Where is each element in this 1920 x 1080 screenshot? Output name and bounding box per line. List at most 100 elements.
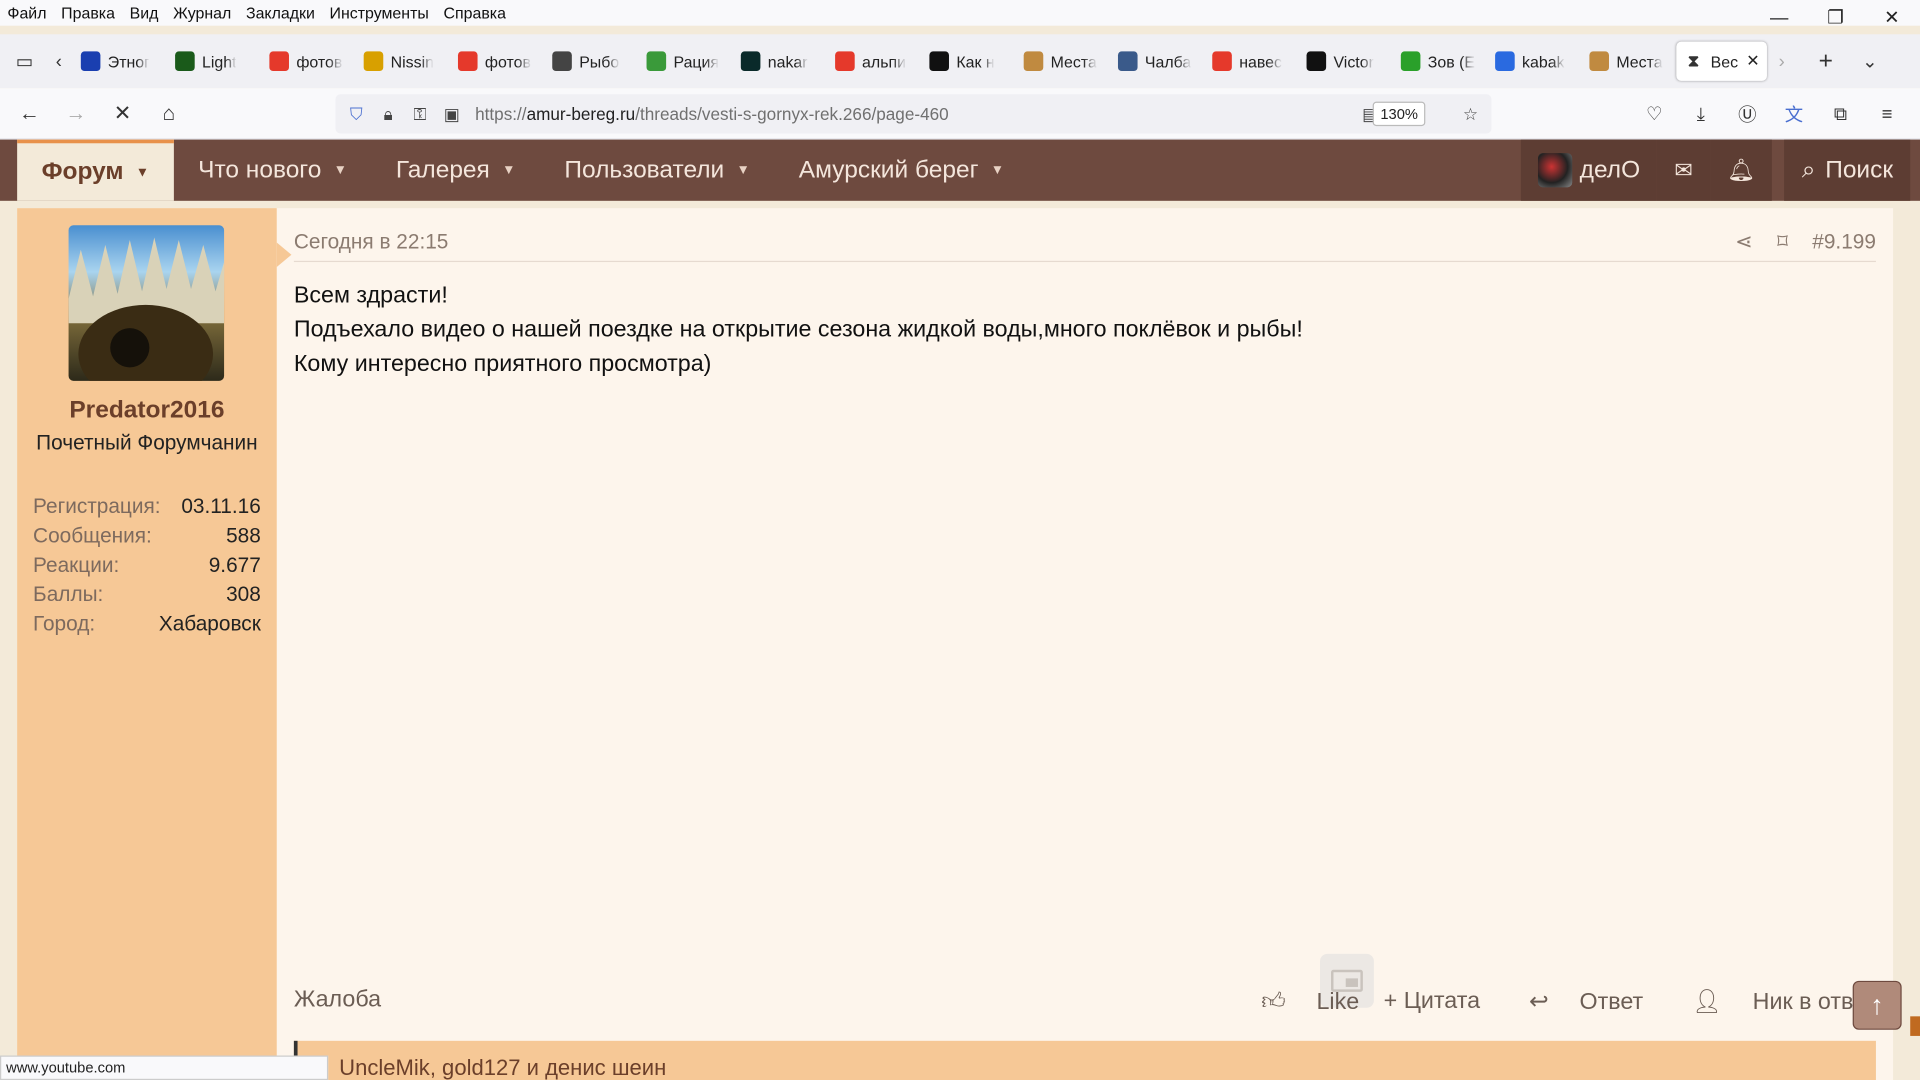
- thumbs-up-icon: 👍︎: [1261, 988, 1286, 1015]
- tab[interactable]: фотов: [451, 42, 545, 81]
- extensions-icon[interactable]: ⧉: [1817, 94, 1864, 133]
- downloads-icon[interactable]: ⤓: [1678, 94, 1725, 133]
- reactions-list[interactable]: UncleMik, gold127 и денис шеин: [339, 1056, 666, 1080]
- url-bar[interactable]: ⛉ 🔒︎ ⚿ ▣ https://amur-bereg.ru/threads/v…: [335, 94, 1492, 134]
- post-header-actions: ⋖ ⌑ #9.199: [1711, 230, 1876, 254]
- tab-active[interactable]: ⧗ Вес ✕: [1676, 41, 1767, 81]
- nav-amur-bereg[interactable]: Амурский берег ▼: [774, 140, 1028, 201]
- app-menu-icon[interactable]: ≡: [1864, 94, 1911, 133]
- stat-value: Хабаровск: [158, 612, 261, 636]
- menu-help[interactable]: Справка: [436, 4, 513, 22]
- menu-bookmarks[interactable]: Закладки: [239, 4, 323, 22]
- tab[interactable]: Зов (Е: [1393, 42, 1487, 81]
- account-button[interactable]: делО: [1520, 139, 1658, 201]
- tab[interactable]: nakar: [733, 42, 827, 81]
- chevron-down-icon[interactable]: ▼: [502, 163, 515, 178]
- tab-list-icon[interactable]: ▭: [5, 42, 44, 81]
- zoom-level-badge[interactable]: 130%: [1373, 101, 1426, 127]
- chevron-down-icon[interactable]: ▼: [991, 163, 1004, 178]
- menu-edit[interactable]: Правка: [54, 4, 122, 22]
- post-username[interactable]: Predator2016: [17, 397, 277, 425]
- mention-button[interactable]: 👤︎ Ник в ответ: [1668, 987, 1876, 1016]
- quote-button[interactable]: + Цитата: [1384, 988, 1480, 1015]
- inbox-icon[interactable]: ✉: [1657, 139, 1711, 201]
- stat-key: Сообщения:: [33, 524, 152, 548]
- stat-value[interactable]: 588: [226, 524, 261, 548]
- bookmark-icon[interactable]: ⌑: [1777, 230, 1788, 254]
- bookmark-star-icon[interactable]: ☆: [1455, 104, 1487, 125]
- post-number[interactable]: #9.199: [1812, 230, 1876, 254]
- avatar[interactable]: [68, 225, 225, 381]
- reply-button[interactable]: ↩ Ответ: [1505, 988, 1643, 1016]
- menu-view[interactable]: Вид: [122, 4, 166, 22]
- tab[interactable]: навес: [1205, 42, 1299, 81]
- menu-history[interactable]: Журнал: [166, 4, 239, 22]
- tab[interactable]: Рыбо: [545, 42, 639, 81]
- search-button[interactable]: ⌕ Поиск: [1784, 139, 1911, 201]
- tab[interactable]: фотов: [262, 42, 356, 81]
- reply-icon: ↩: [1529, 988, 1549, 1015]
- stat-row: Баллы: 308: [33, 580, 261, 609]
- lock-icon[interactable]: 🔒︎: [372, 103, 404, 124]
- tab-close-icon[interactable]: ✕: [1746, 51, 1759, 71]
- tab-scroll-right-icon[interactable]: ›: [1767, 42, 1796, 81]
- tab[interactable]: Места: [1582, 42, 1676, 81]
- nav-whats-new[interactable]: Что нового ▼: [174, 140, 372, 201]
- minimize-button[interactable]: —: [1751, 0, 1807, 34]
- post-header: Сегодня в 22:15 ⋖ ⌑ #9.199: [293, 230, 1876, 263]
- scroll-to-top-button[interactable]: ↑: [1852, 980, 1902, 1030]
- nav-users-label: Пользователи: [564, 156, 725, 184]
- pocket-icon[interactable]: ♡: [1631, 94, 1678, 133]
- like-button[interactable]: 👍︎ Like: [1237, 988, 1359, 1016]
- chevron-down-icon[interactable]: ▼: [136, 165, 149, 180]
- favicon-icon: [1023, 51, 1044, 72]
- permissions-icon[interactable]: ⚿: [404, 103, 436, 124]
- nav-users[interactable]: Пользователи ▼: [540, 140, 774, 201]
- tab[interactable]: Рация: [639, 42, 733, 81]
- post-time[interactable]: Сегодня в 22:15: [294, 230, 448, 253]
- back-icon[interactable]: ←: [7, 94, 51, 133]
- nav-forum[interactable]: Форум ▼: [17, 139, 174, 201]
- home-icon[interactable]: ⌂: [147, 94, 191, 133]
- new-tab-icon[interactable]: +: [1806, 42, 1845, 81]
- tab[interactable]: Victor: [1299, 42, 1393, 81]
- tab[interactable]: Этног: [73, 42, 167, 81]
- ublock-icon[interactable]: Ⓤ: [1724, 94, 1771, 133]
- tab-label: Места: [1050, 52, 1097, 71]
- favicon-icon: [175, 51, 195, 72]
- chevron-down-icon[interactable]: ▼: [736, 163, 749, 178]
- tab[interactable]: Места: [1016, 42, 1110, 81]
- search-label: Поиск: [1825, 156, 1894, 184]
- close-window-button[interactable]: ✕: [1864, 0, 1920, 34]
- share-icon[interactable]: ⋖: [1735, 230, 1752, 254]
- menu-file[interactable]: Файл: [0, 4, 54, 22]
- tab-label: Nissin: [390, 52, 434, 71]
- menu-tools[interactable]: Инструменты: [322, 4, 436, 22]
- tab[interactable]: Light: [168, 42, 262, 81]
- stop-loading-icon[interactable]: ✕: [100, 94, 144, 133]
- tab[interactable]: kabak: [1488, 42, 1582, 81]
- favicon-icon: [363, 51, 384, 72]
- tab[interactable]: Чалба: [1111, 42, 1205, 81]
- window-controls: — ❐ ✕: [1751, 0, 1920, 34]
- tab[interactable]: Как н: [922, 42, 1016, 81]
- favicon-icon: [269, 51, 289, 72]
- user-title: Почетный Форумчанин: [36, 431, 258, 455]
- shield-icon[interactable]: ⛉: [340, 103, 372, 124]
- url-text[interactable]: https://amur-bereg.ru/threads/vesti-s-go…: [475, 104, 949, 124]
- post-user-panel: Predator2016 Почетный Форумчанин Регистр…: [17, 208, 277, 1080]
- tab[interactable]: альпи: [828, 42, 922, 81]
- nav-gallery[interactable]: Галерея ▼: [371, 140, 539, 201]
- tab[interactable]: Nissin: [356, 42, 450, 81]
- forward-icon[interactable]: →: [54, 94, 98, 133]
- translate-icon[interactable]: 文: [1771, 94, 1818, 133]
- report-link[interactable]: Жалоба: [294, 987, 381, 1014]
- bell-icon[interactable]: 🔔︎: [1710, 139, 1773, 201]
- tab-menu-chevron-icon[interactable]: ⌄: [1850, 42, 1889, 81]
- post-container: Predator2016 Почетный Форумчанин Регистр…: [17, 208, 1894, 1080]
- reactions-bar: UncleMik, gold127 и денис шеин: [293, 1040, 1876, 1080]
- blocked-autoplay-icon[interactable]: ▣: [436, 103, 468, 124]
- restore-button[interactable]: ❐: [1807, 0, 1863, 34]
- tab-scroll-left-icon[interactable]: ‹: [44, 42, 73, 81]
- chevron-down-icon[interactable]: ▼: [334, 163, 347, 178]
